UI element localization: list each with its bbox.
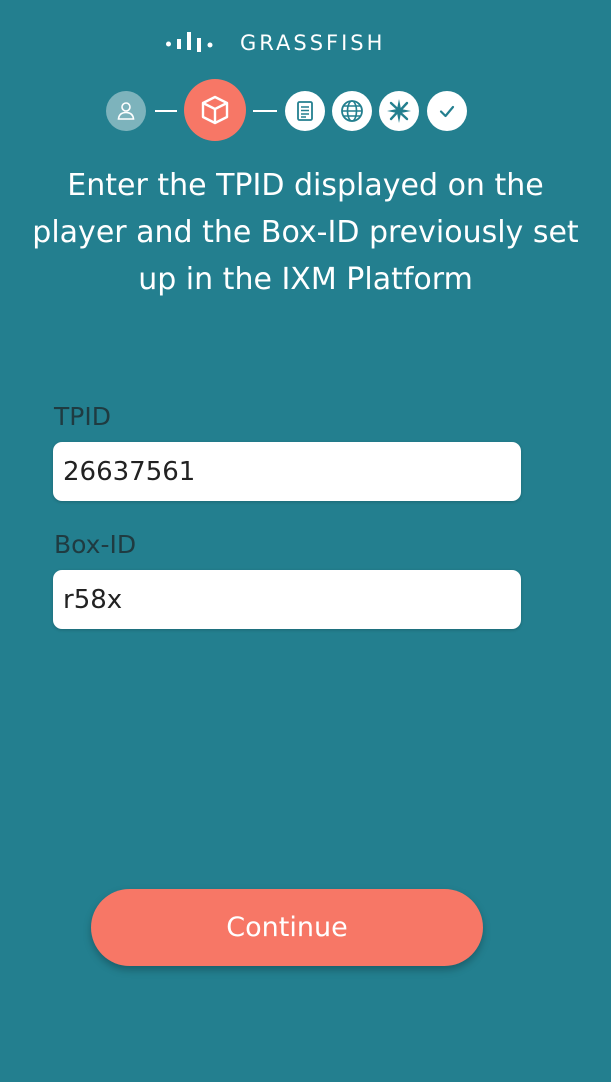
brand-header: GRASSFISH <box>0 28 611 58</box>
step-connector <box>253 110 277 112</box>
step-network <box>332 91 372 131</box>
compass-star-icon <box>387 99 411 123</box>
check-icon <box>439 105 455 118</box>
step-box <box>184 79 246 141</box>
document-icon <box>297 101 313 121</box>
step-account <box>106 91 146 131</box>
step-configure <box>379 91 419 131</box>
continue-button[interactable]: Continue <box>91 889 483 966</box>
brand-name: GRASSFISH <box>240 31 386 55</box>
step-document <box>285 91 325 131</box>
tpid-input[interactable] <box>53 442 521 501</box>
step-done <box>427 91 467 131</box>
box-id-label: Box-ID <box>54 530 137 559</box>
user-icon <box>117 102 135 120</box>
step-connector <box>155 110 177 112</box>
progress-stepper <box>0 78 611 144</box>
box-icon <box>201 95 229 125</box>
grassfish-bars-icon <box>166 32 213 52</box>
page-instructions: Enter the TPID displayed on the player a… <box>32 168 579 297</box>
box-id-input[interactable] <box>53 570 521 629</box>
tpid-label: TPID <box>54 402 111 431</box>
globe-icon <box>341 100 363 122</box>
